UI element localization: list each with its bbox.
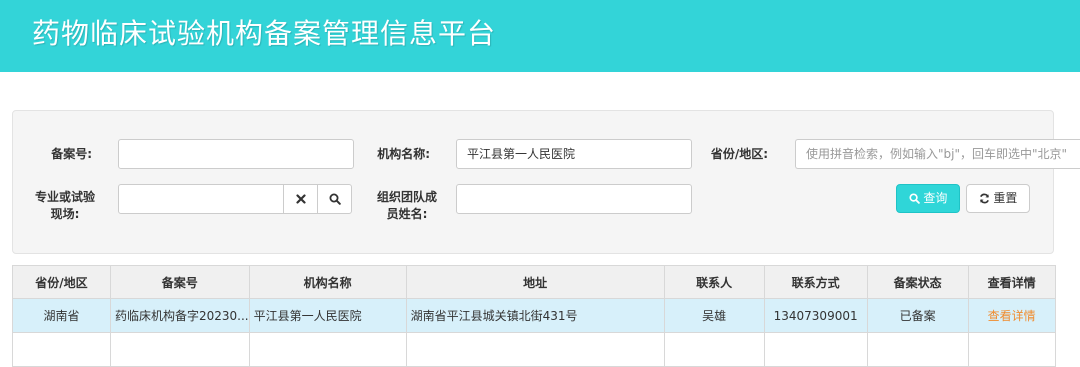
cell-phone: 13407309001 — [763, 298, 868, 333]
search-button[interactable] — [317, 184, 352, 214]
cell-record-no: 药临床机构备字20230... — [110, 298, 250, 333]
cell-empty — [866, 332, 969, 367]
team-input[interactable] — [456, 184, 692, 214]
cell-empty — [110, 332, 250, 367]
specialty-input[interactable] — [118, 184, 284, 214]
cell-empty — [12, 332, 111, 367]
view-detail-link[interactable]: 查看详情 — [988, 309, 1036, 323]
reset-button[interactable]: 重置 — [966, 184, 1030, 213]
specialty-label-line2: 现场: — [50, 207, 80, 221]
cell-address: 湖南省平江县城关镇北街431号 — [405, 298, 665, 333]
column-header-detail: 查看详情 — [967, 265, 1056, 299]
results-table: 省份/地区 备案号 机构名称 地址 联系人 联系方式 备案状态 查看详情 湖南省… — [12, 265, 1056, 367]
cell-org-name: 平江县第一人民医院 — [248, 298, 407, 333]
record-no-input[interactable] — [118, 139, 354, 169]
cell-status: 已备案 — [866, 298, 969, 333]
cell-province: 湖南省 — [12, 298, 111, 333]
table-row[interactable]: 湖南省 药临床机构备字20230... 平江县第一人民医院 湖南省平江县城关镇北… — [12, 298, 1056, 333]
org-name-input[interactable]: 平江县第一人民医院 — [456, 139, 692, 169]
query-button[interactable]: 查询 — [896, 184, 960, 213]
search-icon — [909, 193, 920, 204]
record-no-label: 备案号: — [51, 147, 92, 161]
column-header-phone: 联系方式 — [763, 265, 868, 299]
province-input[interactable]: 使用拼音检索，例如输入"bj"，回车即选中"北京" — [795, 139, 1080, 169]
column-header-contact: 联系人 — [663, 265, 765, 299]
specialty-label-line1: 专业或试验 — [34, 190, 95, 204]
reset-button-label: 重置 — [993, 191, 1018, 205]
clear-button[interactable] — [283, 184, 318, 214]
search-icon — [329, 193, 341, 205]
column-header-province: 省份/地区 — [12, 265, 111, 299]
cell-empty — [248, 332, 407, 367]
app-title: 药物临床试验机构备案管理信息平台 — [32, 17, 497, 50]
column-header-status: 备案状态 — [866, 265, 969, 299]
cell-empty — [405, 332, 665, 367]
search-panel — [12, 110, 1054, 254]
column-header-address: 地址 — [405, 265, 665, 299]
team-label-line2: 员姓名: — [386, 207, 428, 221]
column-header-org-name: 机构名称 — [248, 265, 407, 299]
app-header: 药物临床试验机构备案管理信息平台 — [0, 0, 1080, 72]
cell-empty — [967, 332, 1056, 367]
org-name-label: 机构名称: — [377, 147, 430, 161]
cell-empty — [763, 332, 868, 367]
table-row — [12, 332, 1056, 367]
column-header-record-no: 备案号 — [110, 265, 250, 299]
team-label-line1: 组织团队成 — [376, 190, 437, 204]
cell-detail: 查看详情 — [967, 298, 1056, 333]
close-icon — [295, 193, 306, 204]
team-label: 组织团队成 员姓名: — [372, 189, 442, 223]
specialty-label: 专业或试验 现场: — [30, 189, 100, 223]
province-label: 省份/地区: — [710, 147, 768, 161]
table-header-row: 省份/地区 备案号 机构名称 地址 联系人 联系方式 备案状态 查看详情 — [12, 265, 1056, 299]
cell-empty — [663, 332, 765, 367]
refresh-icon — [979, 193, 989, 204]
cell-contact: 吴雄 — [663, 298, 765, 333]
query-button-label: 查询 — [923, 191, 948, 205]
